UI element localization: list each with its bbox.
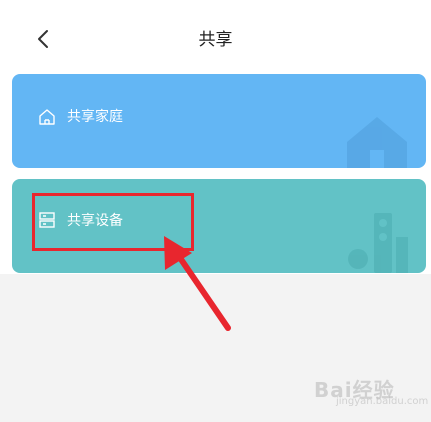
share-home-label: 共享家庭 (67, 109, 123, 125)
device-decoration-icon (348, 213, 408, 273)
home-icon (39, 109, 55, 125)
watermark-subtext: jingyan.baidu.com (336, 396, 429, 407)
page-title: 共享 (198, 30, 233, 50)
top-bar: 共享 (0, 0, 431, 66)
house-decoration-icon (347, 117, 407, 168)
share-home-card[interactable]: 共享家庭 (12, 74, 426, 168)
highlight-box (32, 193, 194, 251)
